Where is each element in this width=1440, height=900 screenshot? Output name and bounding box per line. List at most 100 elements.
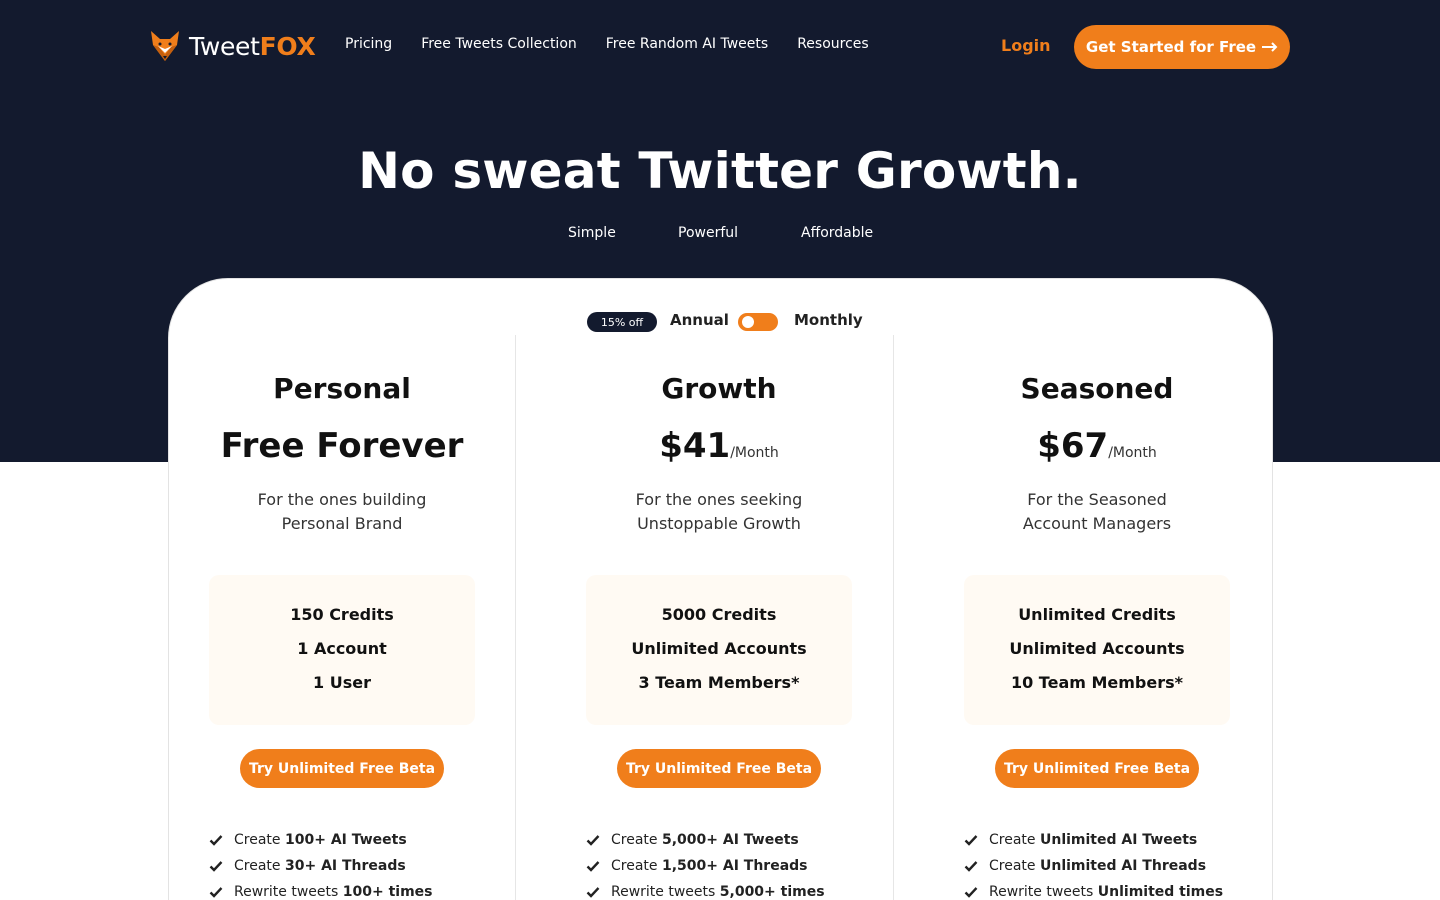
check-icon — [586, 861, 600, 872]
monthly-label[interactable]: Monthly — [794, 311, 863, 329]
feature-list: Create 100+ AI Tweets Create 30+ AI Thre… — [209, 827, 509, 900]
hero-title: No sweat Twitter Growth. — [358, 142, 1082, 200]
check-icon — [964, 887, 978, 898]
discount-badge: 15% off — [587, 312, 657, 332]
accounts-line: Unlimited Accounts — [1009, 639, 1185, 658]
brand-name: TweetFOX — [189, 31, 316, 61]
check-icon — [964, 861, 978, 872]
check-icon — [586, 887, 600, 898]
tagline-powerful: Powerful — [678, 225, 739, 241]
feature-prefix: Create — [611, 858, 658, 874]
credits-line: 5000 Credits — [661, 605, 777, 624]
plan-name: Seasoned — [1020, 372, 1174, 405]
feature-prefix: Rewrite tweets — [989, 884, 1094, 900]
feature-highlight: 5,000+ times — [719, 884, 825, 900]
plan-name: Personal — [273, 372, 411, 405]
description-line: Personal Brand — [281, 514, 403, 533]
price-unit: /Month — [1108, 445, 1157, 461]
check-icon — [209, 887, 223, 898]
nav-link-free-random-ai-tweets[interactable]: Free Random AI Tweets — [606, 36, 768, 52]
feature-list: Create 5,000+ AI Tweets Create 1,500+ AI… — [586, 827, 886, 900]
arrow-right-icon — [1262, 42, 1278, 52]
team-members-line: 10 Team Members* — [1010, 673, 1184, 692]
try-free-beta-button[interactable]: Try Unlimited Free Beta — [240, 749, 444, 788]
description-line: For the ones seeking — [635, 490, 803, 509]
feature-highlight: 5,000+ AI Tweets — [661, 832, 799, 848]
feature-prefix: Create — [234, 858, 281, 874]
try-free-beta-button[interactable]: Try Unlimited Free Beta — [995, 749, 1199, 788]
nav-links: Pricing Free Tweets Collection Free Rand… — [345, 36, 869, 52]
feature-item: Create 5,000+ AI Tweets — [586, 827, 886, 853]
get-started-label: Get Started for Free — [1085, 38, 1257, 56]
users-line: 1 User — [313, 673, 371, 692]
feature-highlight: Unlimited AI Threads — [1039, 858, 1207, 874]
description-line: Unstoppable Growth — [637, 514, 801, 533]
price-unit: /Month — [730, 445, 779, 461]
credits-line: 150 Credits — [290, 605, 394, 624]
feature-item: Create 100+ AI Tweets — [209, 827, 509, 853]
credits-line: Unlimited Credits — [1018, 605, 1176, 624]
plan-price: Free Forever — [192, 426, 492, 466]
plan-description: For the ones seeking Unstoppable Growth — [569, 488, 869, 536]
team-members-line: 3 Team Members* — [638, 673, 800, 692]
check-icon — [209, 835, 223, 846]
feature-highlight: 100+ times — [342, 884, 433, 900]
plan-allowance-box: Unlimited Credits Unlimited Accounts 10 … — [964, 575, 1230, 725]
plan-allowance-box: 150 Credits 1 Account 1 User — [209, 575, 475, 725]
feature-highlight: Unlimited AI Tweets — [1039, 832, 1198, 848]
plan-price: $41/Month — [569, 426, 869, 466]
feature-prefix: Create — [611, 832, 658, 848]
plan-name: Growth — [661, 372, 777, 405]
feature-list: Create Unlimited AI Tweets Create Unlimi… — [964, 827, 1264, 900]
accounts-line: 1 Account — [297, 639, 387, 658]
feature-item: Create Unlimited AI Tweets — [964, 827, 1264, 853]
check-icon — [964, 835, 978, 846]
price-amount: $67 — [1037, 426, 1109, 466]
check-icon — [209, 861, 223, 872]
plan-price: $67/Month — [947, 426, 1247, 466]
login-link[interactable]: Login — [1001, 36, 1051, 55]
feature-item: Rewrite tweets 100+ times — [209, 879, 509, 900]
description-line: For the Seasoned — [1027, 490, 1167, 509]
accounts-line: Unlimited Accounts — [631, 639, 807, 658]
feature-prefix: Rewrite tweets — [611, 884, 716, 900]
price-amount: $41 — [659, 426, 731, 466]
feature-prefix: Rewrite tweets — [234, 884, 339, 900]
annual-label[interactable]: Annual — [670, 311, 729, 329]
feature-highlight: Unlimited times — [1097, 884, 1224, 900]
brand-logo[interactable]: TweetFOX — [149, 29, 316, 63]
feature-prefix: Create — [989, 858, 1036, 874]
get-started-button[interactable]: Get Started for Free — [1074, 25, 1290, 69]
feature-item: Rewrite tweets Unlimited times — [964, 879, 1264, 900]
nav-link-resources[interactable]: Resources — [797, 36, 869, 52]
column-divider — [515, 335, 516, 900]
nav-link-free-tweets-collection[interactable]: Free Tweets Collection — [421, 36, 577, 52]
price-amount: Free Forever — [220, 426, 464, 466]
brand-name-bold: FOX — [259, 31, 316, 61]
brand-name-light: Tweet — [189, 31, 260, 61]
plan-description: For the ones building Personal Brand — [192, 488, 492, 536]
tagline-affordable: Affordable — [801, 225, 874, 241]
plan-allowance-box: 5000 Credits Unlimited Accounts 3 Team M… — [586, 575, 852, 725]
feature-prefix: Create — [234, 832, 281, 848]
feature-highlight: 100+ AI Tweets — [284, 832, 407, 848]
feature-item: Create Unlimited AI Threads — [964, 853, 1264, 879]
plan-description: For the Seasoned Account Managers — [947, 488, 1247, 536]
top-navigation: TweetFOX Pricing Free Tweets Collection … — [0, 0, 1440, 94]
feature-highlight: 1,500+ AI Threads — [661, 858, 808, 874]
feature-item: Create 30+ AI Threads — [209, 853, 509, 879]
toggle-knob — [742, 316, 754, 328]
billing-toggle-row: 15% off Annual Monthly — [0, 310, 1440, 334]
feature-highlight: 30+ AI Threads — [284, 858, 406, 874]
description-line: For the ones building — [257, 490, 427, 509]
try-free-beta-button[interactable]: Try Unlimited Free Beta — [617, 749, 821, 788]
billing-toggle-switch[interactable] — [738, 313, 778, 331]
check-icon — [586, 835, 600, 846]
tagline-simple: Simple — [568, 225, 616, 241]
feature-prefix: Create — [989, 832, 1036, 848]
nav-link-pricing[interactable]: Pricing — [345, 36, 392, 52]
feature-item: Create 1,500+ AI Threads — [586, 853, 886, 879]
description-line: Account Managers — [1022, 514, 1172, 533]
column-divider — [893, 335, 894, 900]
feature-item: Rewrite tweets 5,000+ times — [586, 879, 886, 900]
